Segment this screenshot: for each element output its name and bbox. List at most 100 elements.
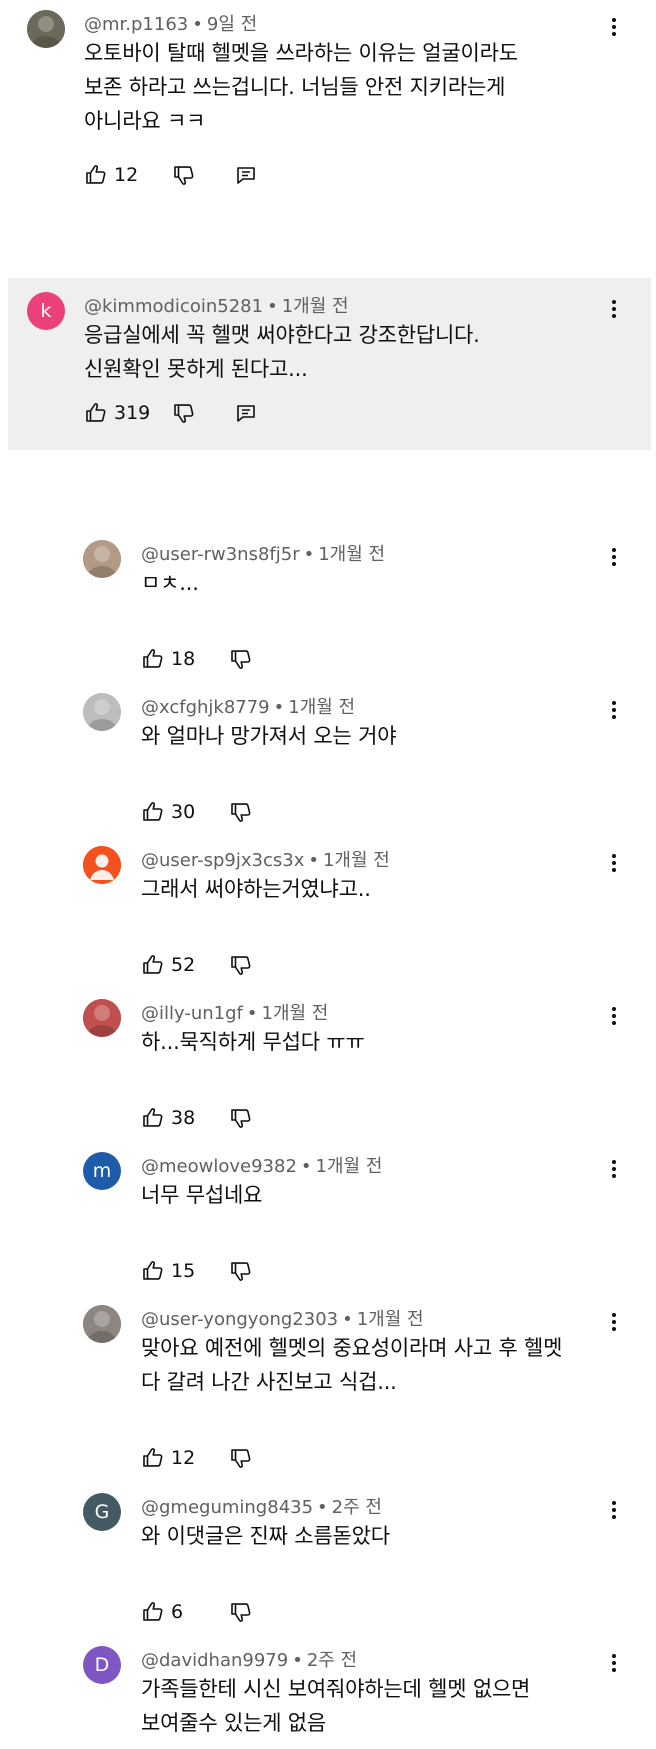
like-count: 52 — [171, 954, 196, 976]
comment-timestamp[interactable]: 9일 전 — [207, 14, 257, 35]
meta-separator: • — [273, 697, 285, 718]
more-options-icon[interactable] — [602, 698, 626, 722]
reply-button[interactable] — [234, 163, 258, 187]
avatar[interactable] — [83, 693, 121, 731]
comment-timestamp[interactable]: 2주 전 — [307, 1650, 357, 1671]
author-handle[interactable]: @illy-un1gf — [141, 1003, 243, 1024]
comment-meta: @meowlove9382 • 1개월 전 — [141, 1152, 382, 1178]
comment-meta: @illy-un1gf • 1개월 전 — [141, 999, 328, 1025]
comment-meta: @kimmodicoin5281 • 1개월 전 — [84, 292, 349, 318]
thumb-down-icon — [229, 1106, 253, 1130]
author-handle[interactable]: @mr.p1163 — [84, 14, 188, 35]
avatar[interactable]: k — [27, 292, 65, 330]
author-handle[interactable]: @user-rw3ns8fj5r — [141, 544, 300, 565]
comment-timestamp[interactable]: 1개월 전 — [288, 697, 355, 718]
more-options-icon[interactable] — [602, 15, 626, 39]
meta-separator: • — [192, 14, 203, 35]
dislike-button[interactable] — [229, 1446, 253, 1470]
comment-meta: @user-sp9jx3cs3x • 1개월 전 — [141, 846, 390, 872]
comment-meta: @gmeguming8435 • 2주 전 — [141, 1493, 382, 1519]
thumb-up-icon — [141, 1600, 165, 1624]
comment-actions: 15 — [141, 1256, 251, 1286]
dislike-button[interactable] — [229, 953, 253, 977]
comment-timestamp[interactable]: 1개월 전 — [316, 1156, 383, 1177]
like-button[interactable]: 52 — [141, 953, 195, 977]
author-handle[interactable]: @xcfghjk8779 — [141, 697, 270, 718]
like-button[interactable]: 319 — [84, 401, 150, 425]
comment-meta: @mr.p1163 • 9일 전 — [84, 10, 257, 36]
avatar-letter: D — [94, 1654, 110, 1676]
thumb-up-icon — [141, 800, 165, 824]
like-button[interactable]: 12 — [141, 1446, 195, 1470]
reply-button[interactable] — [234, 401, 258, 425]
comment-meta: @user-yongyong2303 • 1개월 전 — [141, 1305, 424, 1331]
meta-separator: • — [246, 1003, 258, 1024]
comment-reply-icon — [234, 163, 258, 187]
dislike-button[interactable] — [229, 1600, 253, 1624]
reply-item: @user-rw3ns8fj5r • 1개월 전 ㅁㅊ... 18 — [0, 532, 656, 682]
more-options-icon[interactable] — [602, 1004, 626, 1028]
more-options-icon[interactable] — [602, 1651, 626, 1675]
like-button[interactable]: 18 — [141, 647, 195, 671]
comment-actions: 52 — [141, 950, 251, 980]
more-options-icon[interactable] — [602, 851, 626, 875]
comment-timestamp[interactable]: 2주 전 — [332, 1497, 382, 1518]
avatar-letter: k — [40, 300, 52, 322]
meta-separator: • — [303, 544, 315, 565]
comment-timestamp[interactable]: 1개월 전 — [318, 544, 385, 565]
author-handle[interactable]: @davidhan9979 — [141, 1650, 288, 1671]
dislike-button[interactable] — [229, 647, 253, 671]
comment-text: 하...묵직하게 무섭다 ㅠㅠ — [141, 1030, 365, 1054]
comment-timestamp[interactable]: 1개월 전 — [357, 1309, 424, 1330]
dislike-button[interactable] — [229, 1106, 253, 1130]
dislike-button[interactable] — [229, 800, 253, 824]
like-button[interactable]: 15 — [141, 1259, 195, 1283]
more-options-icon[interactable] — [602, 297, 626, 321]
like-button[interactable]: 38 — [141, 1106, 195, 1130]
author-handle[interactable]: @user-sp9jx3cs3x — [141, 850, 304, 871]
comment-text: 와 이댓글은 진짜 소름돋았다 — [141, 1524, 390, 1548]
author-handle[interactable]: @meowlove9382 — [141, 1156, 297, 1177]
avatar[interactable] — [83, 846, 121, 884]
author-handle[interactable]: @user-yongyong2303 — [141, 1309, 338, 1330]
like-count: 12 — [114, 164, 139, 186]
dislike-button[interactable] — [172, 401, 196, 425]
author-handle[interactable]: @gmeguming8435 — [141, 1497, 313, 1518]
comment-meta: @davidhan9979 • 2주 전 — [141, 1646, 357, 1672]
thumb-down-icon — [229, 647, 253, 671]
avatar[interactable] — [83, 540, 121, 578]
thumb-down-icon — [229, 1446, 253, 1470]
comment-timestamp[interactable]: 1개월 전 — [282, 296, 349, 317]
avatar[interactable]: G — [83, 1493, 121, 1531]
dislike-button[interactable] — [172, 163, 196, 187]
avatar-letter: m — [92, 1160, 112, 1182]
avatar[interactable]: D — [83, 1646, 121, 1684]
more-options-icon[interactable] — [602, 1310, 626, 1334]
more-options-icon[interactable] — [602, 1498, 626, 1522]
avatar[interactable]: m — [83, 1152, 121, 1190]
comment-timestamp[interactable]: 1개월 전 — [262, 1003, 329, 1024]
avatar[interactable] — [83, 1305, 121, 1343]
author-handle[interactable]: @kimmodicoin5281 — [84, 296, 263, 317]
like-button[interactable]: 30 — [141, 800, 195, 824]
meta-separator: • — [308, 850, 319, 871]
more-options-icon[interactable] — [602, 545, 626, 569]
comment-text: 응급실에세 꼭 헬맷 써야한다고 강조한답니다. 신원확인 못하게 된다고... — [84, 323, 480, 381]
comment-timestamp[interactable]: 1개월 전 — [323, 850, 390, 871]
avatar[interactable] — [27, 10, 65, 48]
avatar[interactable] — [83, 999, 121, 1037]
meta-separator: • — [317, 1497, 328, 1518]
thumb-up-icon — [84, 163, 108, 187]
dislike-button[interactable] — [229, 1259, 253, 1283]
like-button[interactable]: 12 — [84, 163, 138, 187]
thumb-up-icon — [141, 1446, 165, 1470]
thumb-down-icon — [172, 163, 196, 187]
reply-item: @xcfghjk8779 • 1개월 전와 얼마나 망가져서 오는 거야 30 — [0, 685, 656, 835]
comment-item: @mr.p1163 • 9일 전 오토바이 탈때 헬멧을 쓰라하는 이유는 얼굴이라도… — [0, 0, 656, 220]
like-button[interactable]: 6 — [141, 1600, 183, 1624]
like-count: 15 — [171, 1260, 196, 1282]
more-options-icon[interactable] — [602, 1157, 626, 1181]
comment-item: k @kimmodicoin5281 • 1개월 전응급실에세 꼭 헬맷 써야한다고 … — [8, 278, 651, 450]
comment-actions: 18 — [141, 644, 251, 674]
like-count: 38 — [171, 1107, 196, 1129]
